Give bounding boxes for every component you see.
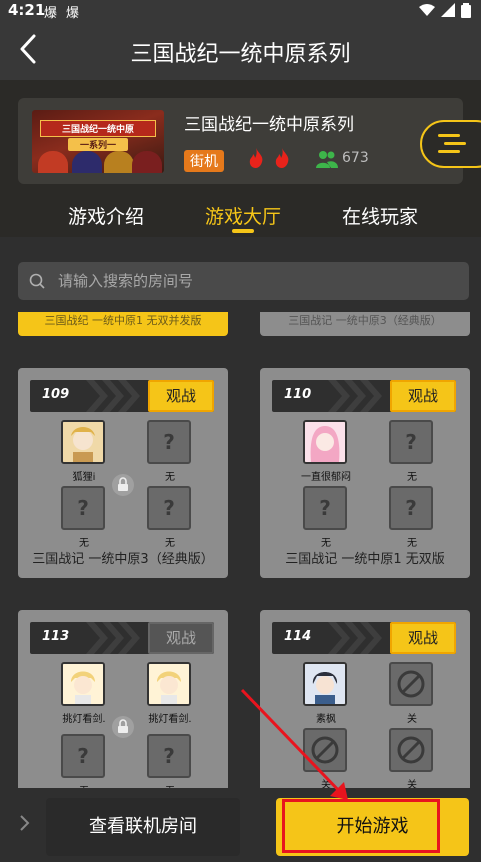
room-number: 114	[284, 629, 312, 644]
watch-button[interactable]: 观战	[148, 380, 214, 412]
room-name: 三国战记 一统中原3（经典版）	[288, 314, 442, 327]
seat-label: 关	[321, 780, 331, 788]
notification-icon: 爆	[44, 6, 58, 21]
active-tab-indicator	[232, 229, 254, 233]
seat-label: 关	[407, 714, 417, 725]
room-header: 113 观战	[30, 622, 214, 654]
player-count: 673	[342, 150, 369, 166]
notification-icon: 爆	[66, 6, 80, 21]
room-name: 三国战记 一统中原1 无双版	[285, 552, 445, 567]
closed-seat-icon	[389, 662, 433, 706]
empty-seat-icon: ?	[147, 420, 191, 464]
chevron-right-icon[interactable]	[18, 814, 32, 832]
lock-icon	[112, 474, 134, 496]
wifi-icon	[419, 4, 435, 16]
empty-seat-icon: ?	[303, 486, 347, 530]
status-bar: 4:21 爆 爆	[0, 0, 481, 21]
player-avatar	[61, 662, 105, 706]
player-name: 挑灯看剑.	[148, 714, 192, 725]
closed-seat-icon	[303, 728, 347, 772]
room-list[interactable]: 三国战纪 一统中原1 无双并发版 三国战记 一统中原3（经典版） 109 观战 …	[0, 312, 481, 788]
battery-icon	[461, 3, 471, 18]
empty-seat-icon: ?	[61, 486, 105, 530]
game-card: 三国战纪一统中原 一系列一 三国战纪一统中原系列 街机 673	[18, 98, 463, 184]
thumbnail-subtitle: 一系列一	[68, 138, 128, 151]
empty-seat-icon: ?	[147, 734, 191, 778]
closed-seat-icon	[389, 728, 433, 772]
seat-label: 无	[407, 472, 417, 483]
view-rooms-button[interactable]: 查看联机房间	[46, 798, 240, 856]
chevrons-decoration	[328, 622, 382, 654]
game-info-section: 三国战纪一统中原 一系列一 三国战纪一统中原系列 街机 673 游戏介绍 游戏大…	[0, 80, 481, 237]
start-game-button[interactable]: 开始游戏	[276, 798, 469, 856]
room-card[interactable]: 三国战记 一统中原3（经典版）	[260, 312, 470, 336]
tab-game-lobby[interactable]: 游戏大厅	[205, 202, 281, 229]
player-name: 一直很郁闷	[301, 472, 351, 483]
seat-label: 无	[321, 538, 331, 549]
thumbnail-title: 三国战纪一统中原	[40, 120, 156, 137]
room-header: 110 观战	[272, 380, 456, 412]
player-avatar	[147, 662, 191, 706]
room-name: 三国战纪 一统中原1 无双并发版	[44, 314, 202, 327]
room-card[interactable]: 109 观战 狐狸i ? 无 ? 无 ? 无 三国战记 一统中原3（经典版）	[18, 368, 228, 578]
app-header: 三国战纪一统中原系列	[0, 20, 481, 80]
player-name: 素枫	[316, 714, 336, 725]
floating-menu-button[interactable]	[420, 120, 481, 168]
player-avatar	[303, 662, 347, 706]
seat-label: 无	[407, 538, 417, 549]
seat-label: 无	[165, 538, 175, 549]
room-search-bar	[18, 262, 469, 300]
page-title: 三国战纪一统中原系列	[130, 42, 351, 67]
tab-online-players[interactable]: 在线玩家	[342, 202, 418, 229]
room-number: 113	[42, 629, 70, 644]
status-time: 4:21	[8, 1, 46, 19]
seat-label: 无	[79, 538, 89, 549]
room-number: 109	[42, 387, 70, 402]
signal-icon	[441, 3, 455, 17]
watch-button[interactable]: 观战	[390, 622, 456, 654]
game-name: 三国战纪一统中原系列	[184, 115, 354, 135]
menu-icon	[438, 134, 466, 153]
player-name: 挑灯看剑.	[62, 714, 106, 725]
room-card[interactable]: 三国战纪 一统中原1 无双并发版	[18, 312, 228, 336]
room-search-input[interactable]	[58, 262, 458, 300]
chevrons-decoration	[86, 380, 140, 412]
room-card[interactable]: 110 观战 一直很郁闷 ? 无 ? 无 ? 无 三国战记 一统中原1 无双版	[260, 368, 470, 578]
genre-tag: 街机	[184, 150, 224, 172]
room-header: 109 观战	[30, 380, 214, 412]
game-thumbnail: 三国战纪一统中原 一系列一	[32, 110, 164, 173]
chevrons-decoration	[328, 380, 382, 412]
bottom-action-bar: 查看联机房间 开始游戏	[0, 788, 481, 862]
players-icon	[316, 151, 338, 168]
room-name: 三国战记 一统中原3（经典版）	[32, 552, 214, 567]
search-icon	[29, 273, 45, 289]
player-avatar	[61, 420, 105, 464]
empty-seat-icon: ?	[389, 420, 433, 464]
room-card[interactable]: 114 观战 素枫 关 关 关	[260, 610, 470, 788]
room-number: 110	[284, 387, 312, 402]
tab-game-intro[interactable]: 游戏介绍	[68, 202, 144, 229]
room-card[interactable]: 113 观战 挑灯看剑. 挑灯看剑. ? 无 ? 无	[18, 610, 228, 788]
empty-seat-icon: ?	[61, 734, 105, 778]
room-header: 114 观战	[272, 622, 456, 654]
seat-label: 无	[165, 472, 175, 483]
player-name: 狐狸i	[72, 472, 96, 483]
chevrons-decoration	[86, 622, 140, 654]
watch-button-disabled[interactable]: 观战	[148, 622, 214, 654]
fire-icon	[249, 148, 263, 168]
seat-label: 关	[407, 780, 417, 788]
empty-seat-icon: ?	[147, 486, 191, 530]
player-avatar	[303, 420, 347, 464]
watch-button[interactable]: 观战	[390, 380, 456, 412]
fire-icon	[275, 148, 289, 168]
lock-icon	[112, 716, 134, 738]
empty-seat-icon: ?	[389, 486, 433, 530]
